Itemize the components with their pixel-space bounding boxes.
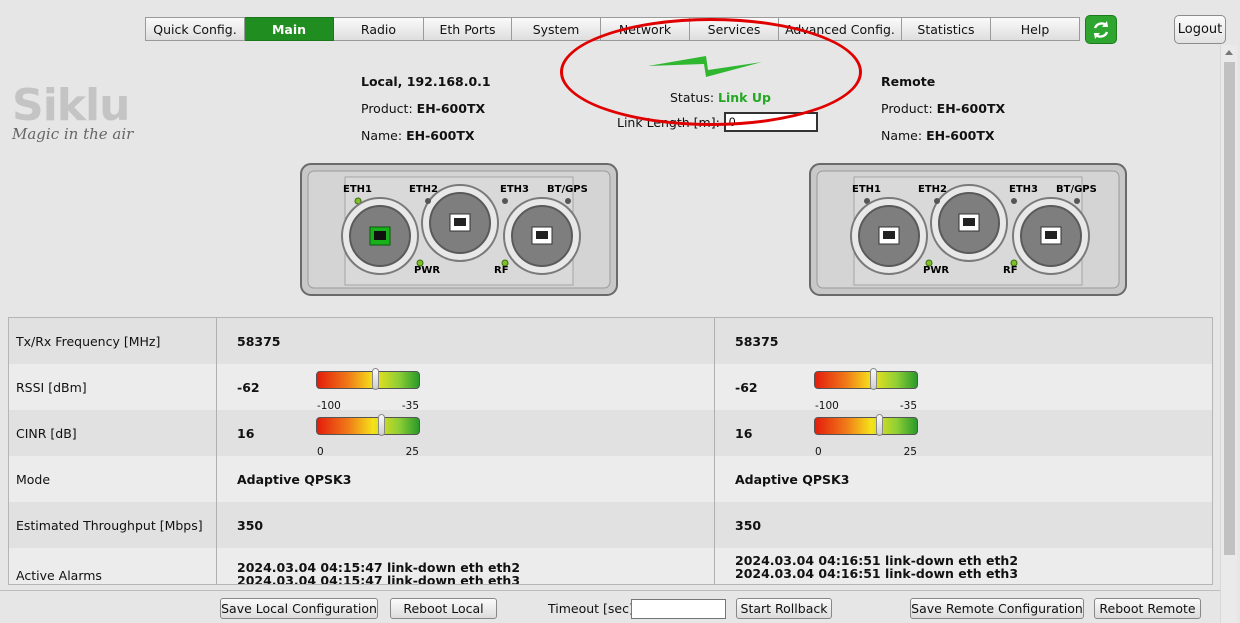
cinr-label: CINR [dB] <box>9 410 217 456</box>
save-remote-configuration-button[interactable]: Save Remote Configuration <box>910 598 1084 619</box>
throughput-label: Estimated Throughput [Mbps] <box>9 502 217 548</box>
local-info: Local, 192.168.0.1 Product: EH-600TX Nam… <box>361 68 491 149</box>
row-rssi: RSSI [dBm] -62 -100 -35 -62 -100 -35 <box>9 364 1212 412</box>
reboot-remote-button[interactable]: Reboot Remote <box>1094 598 1201 619</box>
mode-label: Mode <box>9 456 217 502</box>
local-cinr: 16 <box>237 425 255 441</box>
local-alarms: 2024.03.04 04:15:47 link-down eth eth2 2… <box>217 548 715 585</box>
remote-throughput: 350 <box>735 517 762 533</box>
tab-statistics[interactable]: Statistics <box>902 17 991 41</box>
timeout-input[interactable] <box>631 599 726 619</box>
start-rollback-button[interactable]: Start Rollback <box>736 598 832 619</box>
remote-cinr-cell: 16 0 25 <box>715 410 1212 458</box>
local-device-image: ETH1 ETH2 ETH3 BT/GPS PWR RF <box>300 163 618 296</box>
rssi-label: RSSI [dBm] <box>9 364 217 410</box>
row-cinr: CINR [dB] 16 0 25 16 0 25 <box>9 410 1212 458</box>
remote-name-label: Name: <box>881 128 923 143</box>
local-cinr-cell: 16 0 25 <box>217 410 715 458</box>
alarms-label: Active Alarms <box>9 548 217 584</box>
vertical-scrollbar[interactable] <box>1220 45 1237 623</box>
tab-system[interactable]: System <box>512 17 601 41</box>
local-rssi-knob <box>372 368 379 390</box>
timeout-label: Timeout [sec]: <box>548 601 639 616</box>
refresh-button[interactable] <box>1085 15 1117 44</box>
tab-radio[interactable]: Radio <box>334 17 424 41</box>
tab-eth-ports[interactable]: Eth Ports <box>424 17 512 41</box>
link-status-table: Tx/Rx Frequency [MHz] 58375 58375 RSSI [… <box>8 317 1213 585</box>
remote-port-eth3: ETH3 <box>1009 184 1038 195</box>
local-port-eth3: ETH3 <box>500 184 529 195</box>
remote-device-image: ETH1 ETH2 ETH3 BT/GPS PWR RF <box>809 163 1127 296</box>
save-local-configuration-button[interactable]: Save Local Configuration <box>220 598 378 619</box>
row-mode: Mode Adaptive QPSK3 Adaptive QPSK3 <box>9 456 1212 502</box>
local-name-label: Name: <box>361 128 403 143</box>
local-cinr-gauge: 0 25 <box>316 414 420 458</box>
logout-button[interactable]: Logout <box>1174 15 1226 44</box>
tab-quick-config[interactable]: Quick Config. <box>145 17 245 41</box>
remote-alarm-item: 2024.03.04 04:16:51 link-down eth eth3 <box>735 566 1019 581</box>
reboot-local-button[interactable]: Reboot Local <box>390 598 497 619</box>
local-port-eth1: ETH1 <box>343 184 372 195</box>
local-product-label: Product: <box>361 101 413 116</box>
row-alarms: Active Alarms 2024.03.04 04:15:47 link-d… <box>9 548 1212 585</box>
frequency-label: Tx/Rx Frequency [MHz] <box>9 318 217 364</box>
scrollbar-thumb[interactable] <box>1224 62 1235 555</box>
action-bar: Save Local Configuration Reboot Local Ti… <box>0 590 1220 623</box>
remote-alarms: 2024.03.04 04:16:51 link-down eth eth2 2… <box>715 548 1212 584</box>
tab-help[interactable]: Help <box>991 17 1080 41</box>
scroll-up-arrow-icon[interactable] <box>1225 50 1233 55</box>
remote-frequency: 58375 <box>735 333 779 349</box>
local-port-rf: RF <box>494 265 509 276</box>
remote-port-btgps: BT/GPS <box>1056 184 1097 195</box>
remote-rssi-cell: -62 -100 -35 <box>715 364 1212 412</box>
tab-main[interactable]: Main <box>245 17 334 41</box>
local-heading: Local, 192.168.0.1 <box>361 74 491 89</box>
remote-rssi-knob <box>870 368 877 390</box>
logo-wordmark: Siklu <box>12 80 130 131</box>
local-rssi-gauge: -100 -35 <box>316 368 420 412</box>
remote-port-eth1: ETH1 <box>852 184 881 195</box>
remote-cinr-gauge: 0 25 <box>814 414 918 458</box>
remote-product-label: Product: <box>881 101 933 116</box>
remote-cinr-knob <box>876 414 883 436</box>
remote-port-rf: RF <box>1003 265 1018 276</box>
local-alarm-item: 2024.03.04 04:15:47 link-down eth eth3 <box>237 573 521 585</box>
local-cinr-knob <box>378 414 385 436</box>
local-product: EH-600TX <box>416 101 486 116</box>
siklu-logo: Siklu Magic in the air <box>12 80 162 144</box>
local-port-eth2: ETH2 <box>409 184 438 195</box>
remote-info: Remote Product: EH-600TX Name: EH-600TX <box>881 68 1005 149</box>
logo-tagline: Magic in the air <box>12 125 134 143</box>
local-rssi-cell: -62 -100 -35 <box>217 364 715 412</box>
remote-rssi: -62 <box>735 379 758 395</box>
remote-name: EH-600TX <box>926 128 995 143</box>
remote-mode: Adaptive QPSK3 <box>735 471 850 487</box>
annotation-ellipse <box>560 18 862 126</box>
remote-port-eth2: ETH2 <box>918 184 947 195</box>
local-frequency: 58375 <box>217 318 715 364</box>
remote-cinr: 16 <box>735 425 753 441</box>
remote-rssi-gauge: -100 -35 <box>814 368 918 412</box>
remote-heading: Remote <box>881 74 936 89</box>
remote-product: EH-600TX <box>936 101 1006 116</box>
row-frequency: Tx/Rx Frequency [MHz] 58375 58375 <box>9 318 1212 364</box>
local-port-pwr: PWR <box>414 265 440 276</box>
refresh-icon <box>1093 20 1109 39</box>
row-throughput: Estimated Throughput [Mbps] 350 350 <box>9 502 1212 548</box>
local-throughput: 350 <box>217 502 715 548</box>
local-name: EH-600TX <box>406 128 475 143</box>
local-mode: Adaptive QPSK3 <box>217 456 715 502</box>
local-port-btgps: BT/GPS <box>547 184 588 195</box>
local-rssi: -62 <box>237 379 260 395</box>
remote-port-pwr: PWR <box>923 265 949 276</box>
